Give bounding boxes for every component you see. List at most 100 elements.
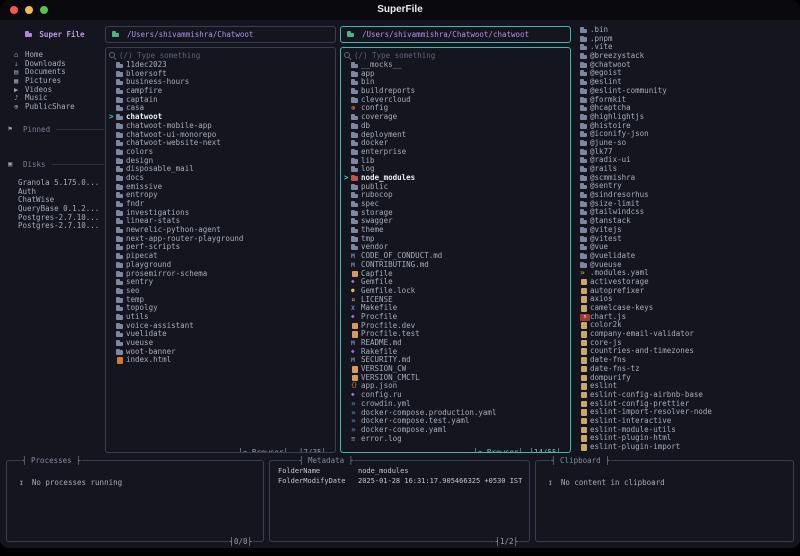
- file-row[interactable]: coverage: [344, 113, 568, 122]
- preview-file-row[interactable]: eslint-plugin-html: [578, 434, 796, 443]
- file-row[interactable]: ◆ config.ru: [344, 391, 568, 400]
- preview-file-row[interactable]: eslint-module-utils: [578, 426, 796, 435]
- preview-file-row[interactable]: camelcase-keys: [578, 304, 796, 313]
- file-row[interactable]: vendor: [344, 243, 568, 252]
- preview-file-row[interactable]: @tailwindcss: [578, 208, 796, 217]
- file-row[interactable]: buildreports: [344, 87, 568, 96]
- file-row[interactable]: » docker-compose.test.yaml: [344, 417, 568, 426]
- file-row[interactable]: casa: [109, 104, 333, 113]
- file-row[interactable]: woot-banner: [109, 348, 333, 357]
- file-row[interactable]: X Makefile: [344, 304, 568, 313]
- file-row[interactable]: prosemirror-schema: [109, 270, 333, 279]
- file-row[interactable]: db: [344, 122, 568, 131]
- file-row[interactable]: temp: [109, 296, 333, 305]
- preview-file-row[interactable]: date-fns-tz: [578, 365, 796, 374]
- file-row[interactable]: ≡ error.log: [344, 435, 568, 444]
- preview-file-row[interactable]: .bin: [578, 26, 796, 35]
- preview-file-row[interactable]: axios: [578, 295, 796, 304]
- preview-file-row[interactable]: @rails: [578, 165, 796, 174]
- preview-file-row[interactable]: core-js: [578, 339, 796, 348]
- file-row[interactable]: swagger: [344, 217, 568, 226]
- preview-file-row[interactable]: @june-so: [578, 139, 796, 148]
- preview-file-row[interactable]: @histoire: [578, 122, 796, 131]
- preview-file-row[interactable]: n chart.js: [578, 313, 796, 322]
- preview-file-row[interactable]: eslint-interactive: [578, 417, 796, 426]
- preview-file-row[interactable]: @vueuse: [578, 261, 796, 270]
- sidebar-item[interactable]: ♪ Music: [6, 94, 104, 103]
- panel1-search-input[interactable]: (/) Type something: [109, 51, 333, 60]
- file-row[interactable]: VERSION_CMCTL: [344, 374, 568, 383]
- file-row[interactable]: topolgy: [109, 304, 333, 313]
- file-row[interactable]: rubocop: [344, 191, 568, 200]
- file-row[interactable]: perf-scripts: [109, 243, 333, 252]
- disk-item[interactable]: Auth: [6, 188, 104, 197]
- preview-file-row[interactable]: @eslint: [578, 78, 796, 87]
- file-row[interactable]: next-app-router-playground: [109, 235, 333, 244]
- file-row[interactable]: ⊛ config: [344, 104, 568, 113]
- file-row[interactable]: emissive: [109, 183, 333, 192]
- preview-file-row[interactable]: @breezystack: [578, 52, 796, 61]
- file-row[interactable]: pipecat: [109, 252, 333, 261]
- preview-file-row[interactable]: @highlightjs: [578, 113, 796, 122]
- file-row[interactable]: bloersoft: [109, 70, 333, 79]
- preview-file-row[interactable]: @tanstack: [578, 217, 796, 226]
- file-row[interactable]: VERSION_CW: [344, 365, 568, 374]
- sidebar-item[interactable]: ↓ Downloads: [6, 60, 104, 69]
- sidebar-item[interactable]: ▦ Pictures: [6, 77, 104, 86]
- preview-file-row[interactable]: eslint-plugin-import: [578, 443, 796, 452]
- file-row[interactable]: » docker-compose.production.yaml: [344, 409, 568, 418]
- sidebar-item[interactable]: ▤ Documents: [6, 68, 104, 77]
- file-row[interactable]: M README.md: [344, 339, 568, 348]
- preview-file-row[interactable]: @vitest: [578, 235, 796, 244]
- preview-file-row[interactable]: eslint-config-airbnb-base: [578, 391, 796, 400]
- file-row[interactable]: colors: [109, 148, 333, 157]
- file-row[interactable]: M CONTRIBUTING.md: [344, 261, 568, 270]
- preview-file-row[interactable]: @vuelidate: [578, 252, 796, 261]
- file-row[interactable]: storage: [344, 209, 568, 218]
- file-row[interactable]: lib: [344, 157, 568, 166]
- panel1-path-bar[interactable]: /Users/shivammishra/Chatwoot: [105, 26, 336, 43]
- file-row[interactable]: vuelidate: [109, 330, 333, 339]
- sidebar-item[interactable]: ⌂ Home: [6, 51, 104, 60]
- file-row[interactable]: investigations: [109, 209, 333, 218]
- preview-file-row[interactable]: @vitejs: [578, 226, 796, 235]
- file-row[interactable]: chatwoot-ui-monorepo: [109, 131, 333, 140]
- preview-file-row[interactable]: @iconify-json: [578, 130, 796, 139]
- file-row[interactable]: clevercloud: [344, 96, 568, 105]
- file-row[interactable]: ● Gemfile.lock: [344, 287, 568, 296]
- file-row[interactable]: ◆ Procfile: [344, 313, 568, 322]
- file-row[interactable]: playground: [109, 261, 333, 270]
- preview-file-row[interactable]: .vite: [578, 43, 796, 52]
- preview-file-row[interactable]: @sentry: [578, 182, 796, 191]
- file-row[interactable]: M SECURITY.md: [344, 356, 568, 365]
- file-row[interactable]: utils: [109, 313, 333, 322]
- file-row[interactable]: public: [344, 183, 568, 192]
- file-row[interactable]: linear-stats: [109, 217, 333, 226]
- preview-file-row[interactable]: activestorage: [578, 278, 796, 287]
- preview-file-row[interactable]: eslint-import-resolver-node: [578, 408, 796, 417]
- file-row[interactable]: M CODE_OF_CONDUCT.md: [344, 252, 568, 261]
- file-row[interactable]: bin: [344, 78, 568, 87]
- file-row[interactable]: ¤ LICENSE: [344, 296, 568, 305]
- file-row[interactable]: deployment: [344, 131, 568, 140]
- file-row[interactable]: chatwoot-mobile-app: [109, 122, 333, 131]
- file-row[interactable]: ◆ Gemfile: [344, 278, 568, 287]
- preview-file-row[interactable]: @vue: [578, 243, 796, 252]
- preview-file-row[interactable]: @formkit: [578, 96, 796, 105]
- file-row[interactable]: enterprise: [344, 148, 568, 157]
- panel2-path-bar[interactable]: /Users/shivammishra/Chatwoot/chatwoot: [340, 26, 571, 43]
- file-row[interactable]: log: [344, 165, 568, 174]
- file-row[interactable]: entropy: [109, 191, 333, 200]
- disk-item[interactable]: Postgres-2.7.10...: [6, 214, 104, 223]
- preview-file-row[interactable]: @size-limit: [578, 200, 796, 209]
- file-row[interactable]: app: [344, 70, 568, 79]
- file-row[interactable]: sentry: [109, 278, 333, 287]
- preview-file-row[interactable]: @hcaptcha: [578, 104, 796, 113]
- preview-file-row[interactable]: @radix-ui: [578, 156, 796, 165]
- file-row[interactable]: ◆ Rakefile: [344, 348, 568, 357]
- file-row[interactable]: docker: [344, 139, 568, 148]
- preview-file-row[interactable]: @chatwoot: [578, 61, 796, 70]
- disk-item[interactable]: Granola 5.175.0...: [6, 179, 104, 188]
- file-row[interactable]: theme: [344, 226, 568, 235]
- disk-item[interactable]: QueryBase 0.1.2...: [6, 205, 104, 214]
